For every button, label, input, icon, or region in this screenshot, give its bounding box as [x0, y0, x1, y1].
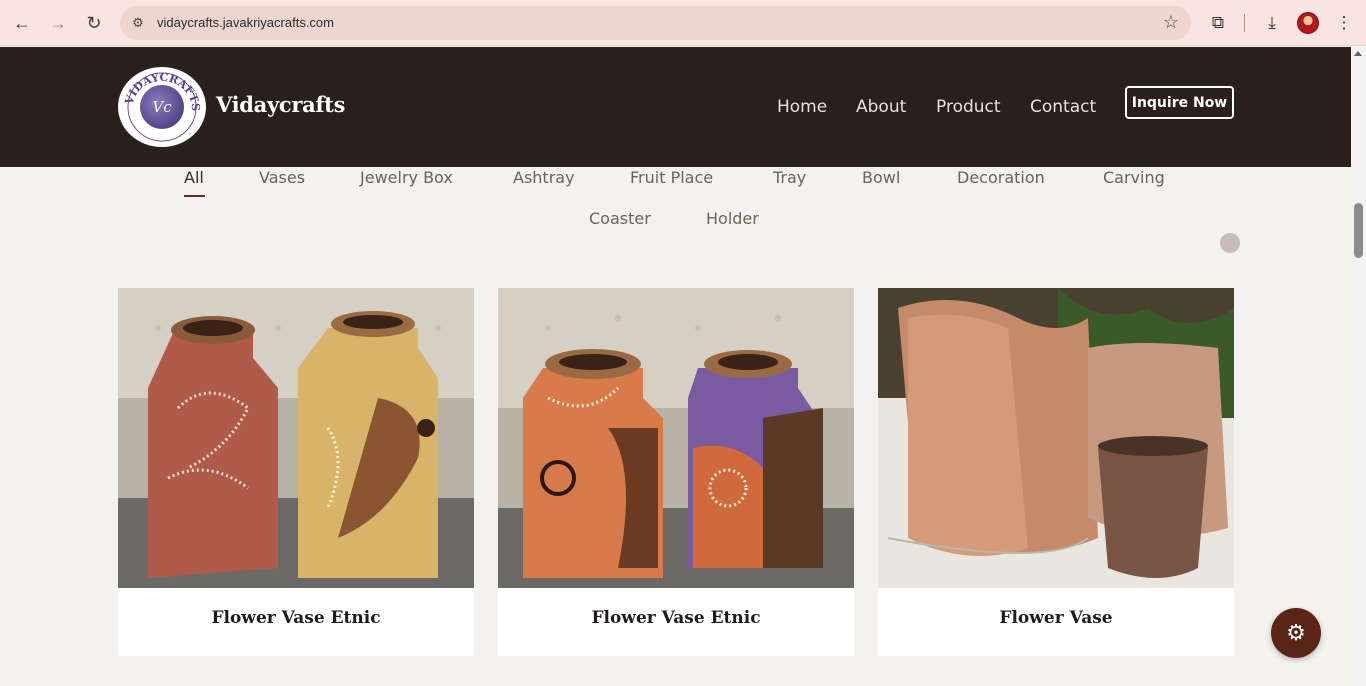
site-info-icon[interactable]: ⚙ [128, 13, 148, 33]
nav-product[interactable]: Product [936, 97, 1001, 117]
download-icon[interactable]: ⤓ [1258, 9, 1286, 37]
product-image[interactable] [498, 288, 854, 588]
address-bar[interactable]: ⚙ vidaycrafts.javakriyacrafts.com ☆ [120, 6, 1191, 40]
category-vases[interactable]: Vases [259, 168, 305, 187]
category-coaster[interactable]: Coaster [589, 209, 651, 228]
product-card[interactable]: Flower Vase Etnic [498, 288, 854, 656]
category-carving[interactable]: Carving [1103, 168, 1165, 187]
scrollbar-thumb[interactable] [1354, 203, 1363, 258]
category-ashtray[interactable]: Ashtray [513, 168, 575, 187]
extensions-icon[interactable]: ⧉ [1204, 9, 1232, 37]
category-holder[interactable]: Holder [706, 209, 759, 228]
product-card[interactable]: Flower Vase Etnic [118, 288, 474, 656]
product-title[interactable]: Flower Vase Etnic [498, 608, 854, 628]
forward-icon[interactable]: → [44, 9, 72, 37]
menu-kebab-icon[interactable]: ⋮ [1330, 9, 1358, 37]
url-text[interactable]: vidaycrafts.javakriyacrafts.com [157, 15, 334, 30]
category-tray[interactable]: Tray [773, 168, 806, 187]
browser-toolbar: ← → ↻ ⚙ vidaycrafts.javakriyacrafts.com … [0, 0, 1366, 46]
page-scrollbar[interactable] [1351, 47, 1366, 686]
product-card[interactable]: Flower Vase [878, 288, 1234, 656]
site-header: VIDAYCRAFTS Vc Vidaycrafts Home About Pr… [0, 47, 1351, 167]
site-logo[interactable]: VIDAYCRAFTS Vc [118, 67, 206, 147]
product-image[interactable] [878, 288, 1234, 588]
scroll-up-arrow-icon[interactable] [1354, 51, 1362, 56]
reload-icon[interactable]: ↻ [80, 9, 108, 37]
product-image[interactable] [118, 288, 474, 588]
back-icon[interactable]: ← [8, 9, 36, 37]
logo-monogram: Vc [140, 85, 184, 129]
brand-name[interactable]: Vidaycrafts [216, 92, 345, 117]
bookmark-star-icon[interactable]: ☆ [1163, 12, 1179, 33]
settings-gear-icon[interactable]: ⚙ [1271, 608, 1321, 658]
category-bowl[interactable]: Bowl [862, 168, 900, 187]
active-category-underline [184, 195, 205, 197]
category-fruit-place[interactable]: Fruit Place [630, 168, 713, 187]
product-title[interactable]: Flower Vase Etnic [118, 608, 474, 628]
toolbar-divider [1244, 14, 1245, 32]
floating-dot [1220, 233, 1240, 253]
profile-avatar[interactable] [1297, 12, 1319, 34]
nav-contact[interactable]: Contact [1030, 97, 1096, 117]
product-title[interactable]: Flower Vase [878, 608, 1234, 628]
category-all[interactable]: All [184, 168, 204, 187]
category-decoration[interactable]: Decoration [957, 168, 1045, 187]
inquire-now-button[interactable]: Inquire Now [1125, 86, 1234, 119]
category-jewelry-box[interactable]: Jewelry Box [360, 168, 453, 187]
nav-home[interactable]: Home [777, 97, 827, 117]
nav-about[interactable]: About [856, 97, 906, 117]
